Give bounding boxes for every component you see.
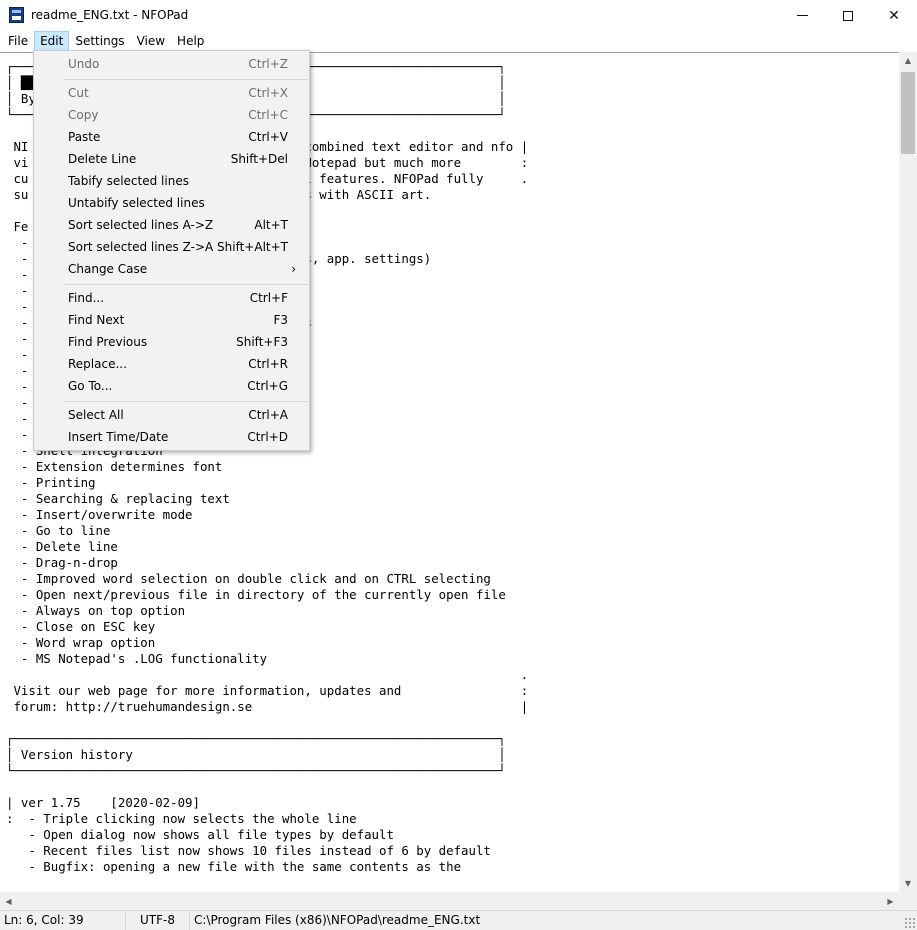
menu-item-label: Undo (68, 57, 100, 71)
maximize-button[interactable] (825, 0, 871, 31)
menu-item-paste[interactable]: Paste Ctrl+V (35, 126, 308, 148)
scroll-up-arrow-icon[interactable]: ▲ (899, 52, 917, 69)
menu-item-go-to[interactable]: Go To... Ctrl+G (35, 375, 308, 397)
menu-item-label: Find Next (68, 313, 125, 327)
menu-item-change-case[interactable]: Change Case › (35, 258, 308, 280)
close-icon: ✕ (888, 7, 900, 24)
menu-item-label: Find Previous (68, 335, 148, 349)
menu-item-shortcut: F3 (273, 313, 288, 327)
scroll-left-arrow-icon[interactable]: ◀ (0, 892, 17, 910)
edit-menu-dropdown: Undo Ctrl+Z Cut Ctrl+X Copy Ctrl+C Paste… (33, 50, 310, 451)
menu-item-shortcut: Ctrl+D (247, 430, 288, 444)
menu-item-shortcut: Ctrl+A (248, 408, 288, 422)
menu-bar: File Edit Settings View Help (0, 31, 917, 51)
menu-item-shortcut: Ctrl+Z (248, 57, 288, 71)
menu-file[interactable]: File (0, 31, 34, 51)
file-path: C:\Program Files (x86)\NFOPad\readme_ENG… (194, 913, 481, 927)
status-bar: Ln: 6, Col: 39 UTF-8 C:\Program Files (x… (0, 910, 917, 930)
menu-item-shortcut: Ctrl+G (247, 379, 288, 393)
menu-item-label: Replace... (68, 357, 127, 371)
menu-item-shortcut: Alt+T (254, 218, 288, 232)
menu-separator (64, 401, 308, 402)
menu-item-insert-time-date[interactable]: Insert Time/Date Ctrl+D (35, 426, 308, 448)
minimize-icon (796, 15, 808, 16)
menu-view[interactable]: View (131, 31, 171, 51)
cursor-position: Ln: 6, Col: 39 (0, 912, 126, 930)
menu-item-label: Sort selected lines Z->A (68, 240, 214, 254)
menu-item-shortcut: Shift+Alt+T (217, 240, 288, 254)
minimize-button[interactable] (779, 0, 825, 31)
menu-item-sort-az[interactable]: Sort selected lines A->Z Alt+T (35, 214, 308, 236)
menu-item-copy[interactable]: Copy Ctrl+C (35, 104, 308, 126)
menu-item-shortcut: Ctrl+X (248, 86, 288, 100)
menu-item-select-all[interactable]: Select All Ctrl+A (35, 404, 308, 426)
menu-item-sort-za[interactable]: Sort selected lines Z->A Shift+Alt+T (35, 236, 308, 258)
menu-item-label: Go To... (68, 379, 113, 393)
menu-item-shortcut: Ctrl+F (249, 291, 288, 305)
menu-item-label: Sort selected lines A->Z (68, 218, 214, 232)
scroll-corner (899, 892, 917, 910)
encoding-indicator: UTF-8 (126, 912, 190, 930)
maximize-icon (843, 10, 853, 21)
menu-settings[interactable]: Settings (69, 31, 130, 51)
menu-item-delete-line[interactable]: Delete Line Shift+Del (35, 148, 308, 170)
menu-separator (64, 284, 308, 285)
menu-item-tabify[interactable]: Tabify selected lines (35, 170, 308, 192)
scroll-right-arrow-icon[interactable]: ▶ (882, 892, 899, 910)
close-button[interactable]: ✕ (871, 0, 917, 31)
vertical-scroll-thumb[interactable] (901, 72, 915, 154)
menu-item-label: Cut (68, 86, 89, 100)
menu-item-label: Untabify selected lines (68, 196, 205, 210)
menu-item-label: Paste (68, 130, 101, 144)
resize-grip-icon[interactable] (904, 917, 915, 928)
menu-item-find[interactable]: Find... Ctrl+F (35, 287, 308, 309)
menu-separator (64, 79, 308, 80)
submenu-arrow-icon: › (291, 262, 296, 276)
menu-item-label: Change Case (68, 262, 148, 276)
horizontal-scrollbar[interactable]: ◀ ▶ (0, 892, 917, 910)
nfopad-app-icon[interactable] (9, 7, 24, 23)
menu-item-label: Copy (68, 108, 99, 122)
menu-item-find-previous[interactable]: Find Previous Shift+F3 (35, 331, 308, 353)
menu-item-label: Select All (68, 408, 124, 422)
menu-item-untabify[interactable]: Untabify selected lines (35, 192, 308, 214)
scroll-down-arrow-icon[interactable]: ▼ (899, 875, 917, 892)
menu-item-cut[interactable]: Cut Ctrl+X (35, 82, 308, 104)
vertical-scrollbar[interactable]: ▲ ▼ (899, 52, 917, 892)
menu-item-find-next[interactable]: Find Next F3 (35, 309, 308, 331)
menu-item-shortcut: Ctrl+C (248, 108, 288, 122)
window-title: readme_ENG.txt - NFOPad (31, 8, 189, 22)
title-bar: readme_ENG.txt - NFOPad ✕ (0, 0, 917, 31)
menu-item-replace[interactable]: Replace... Ctrl+R (35, 353, 308, 375)
menu-item-label: Insert Time/Date (68, 430, 169, 444)
menu-item-shortcut: Ctrl+R (248, 357, 288, 371)
menu-item-label: Delete Line (68, 152, 137, 166)
menu-item-shortcut: Shift+F3 (236, 335, 288, 349)
menu-item-label: Tabify selected lines (68, 174, 189, 188)
menu-item-label: Find... (68, 291, 105, 305)
menu-item-undo[interactable]: Undo Ctrl+Z (35, 53, 308, 75)
menu-item-shortcut: Ctrl+V (248, 130, 288, 144)
menu-edit[interactable]: Edit (34, 31, 70, 51)
menu-help[interactable]: Help (171, 31, 210, 51)
menu-item-shortcut: Shift+Del (230, 152, 288, 166)
